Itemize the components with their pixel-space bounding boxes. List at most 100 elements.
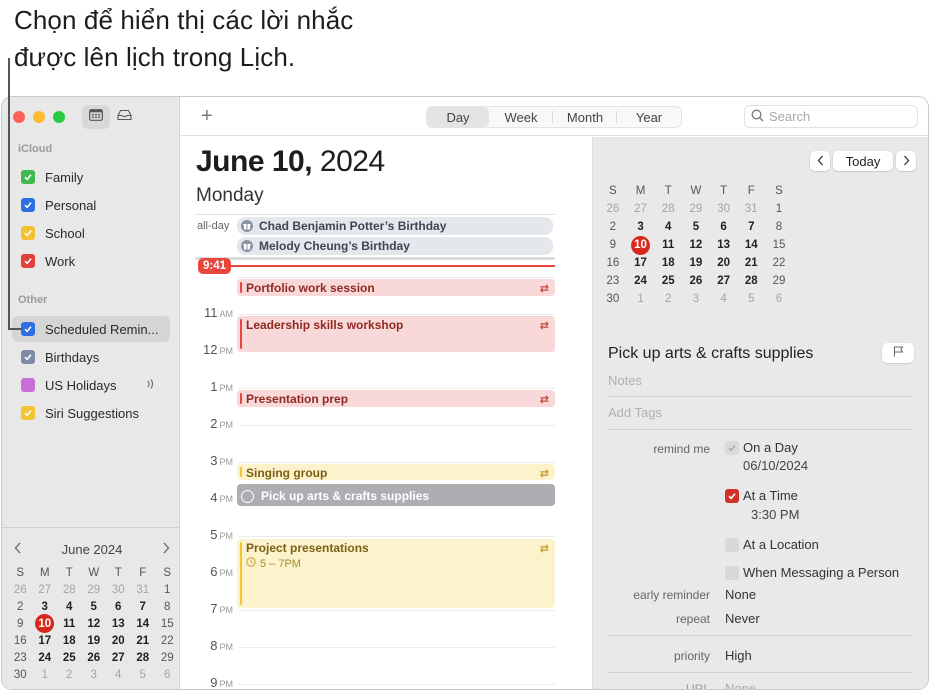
at-a-time-value[interactable]: 3:30 PM <box>751 507 799 522</box>
calendar-day[interactable]: 14 <box>737 236 765 254</box>
calendar-day[interactable]: 14 <box>131 615 156 632</box>
early-reminder-value[interactable]: None <box>725 587 756 602</box>
calendar-item-personal[interactable]: Personal <box>12 192 170 218</box>
calendar-day[interactable]: 22 <box>155 632 180 649</box>
calendar-day[interactable]: 21 <box>737 254 765 272</box>
calendar-day[interactable]: 27 <box>106 649 131 666</box>
calendar-day-today[interactable]: 10 <box>627 235 655 255</box>
calendar-day[interactable]: 31 <box>131 581 156 598</box>
checkbox-school[interactable] <box>21 226 35 240</box>
calendar-day[interactable]: 22 <box>765 254 793 272</box>
calendar-day[interactable]: 24 <box>627 272 655 290</box>
calendar-day[interactable]: 1 <box>155 581 180 598</box>
event-project-presentations[interactable]: Project presentations ⇄ 5 – 7PM <box>237 539 555 608</box>
calendar-day[interactable]: 29 <box>155 649 180 666</box>
calendar-item-work[interactable]: Work <box>12 248 170 274</box>
calendar-day[interactable]: 26 <box>682 272 710 290</box>
at-a-time-checkbox[interactable] <box>725 488 739 503</box>
on-a-day-date[interactable]: 06/10/2024 <box>743 458 808 473</box>
calendar-day[interactable]: 21 <box>131 632 156 649</box>
calendar-item-birthdays[interactable]: Birthdays <box>12 344 170 370</box>
event-presentation-prep[interactable]: Presentation prep ⇄ <box>237 390 555 407</box>
calendar-day[interactable]: 5 <box>82 598 107 615</box>
when-messaging-checkbox[interactable] <box>725 565 739 580</box>
tags-field[interactable]: Add Tags <box>608 405 662 420</box>
calendar-day[interactable]: 26 <box>599 200 627 218</box>
calendar-day[interactable]: 29 <box>765 272 793 290</box>
calendar-day[interactable]: 15 <box>765 236 793 254</box>
calendar-day[interactable]: 16 <box>8 632 33 649</box>
calendar-day[interactable]: 4 <box>106 666 131 683</box>
at-a-time-option[interactable]: At a Time <box>725 488 798 503</box>
calendar-item-scheduled-reminders[interactable]: Scheduled Remin... <box>12 316 170 342</box>
event-leadership-skills-workshop[interactable]: Leadership skills workshop ⇄ <box>237 316 555 352</box>
event-singing-group[interactable]: Singing group ⇄ <box>237 464 555 480</box>
calendar-day[interactable]: 3 <box>682 290 710 308</box>
calendar-day[interactable]: 11 <box>57 615 82 632</box>
chevron-right-icon[interactable] <box>162 542 170 557</box>
zoom-button[interactable] <box>53 111 65 123</box>
tab-year[interactable]: Year <box>617 107 681 127</box>
calendar-day[interactable]: 8 <box>155 598 180 615</box>
calendar-item-siri-suggestions[interactable]: Siri Suggestions <box>12 400 170 426</box>
tab-week[interactable]: Week <box>489 107 553 127</box>
notes-field[interactable]: Notes <box>608 373 642 388</box>
on-a-day-option[interactable]: On a Day <box>725 440 798 455</box>
event-portfolio-work-session[interactable]: Portfolio work session ⇄ <box>237 279 555 296</box>
when-messaging-option[interactable]: When Messaging a Person <box>725 565 899 580</box>
calendar-day[interactable]: 4 <box>710 290 738 308</box>
calendar-day[interactable]: 5 <box>131 666 156 683</box>
reminder-title[interactable]: Pick up arts & crafts supplies <box>608 345 813 363</box>
calendar-day[interactable]: 28 <box>57 581 82 598</box>
calendar-day[interactable]: 6 <box>106 598 131 615</box>
calendar-day[interactable]: 29 <box>82 581 107 598</box>
checkbox-personal[interactable] <box>21 198 35 212</box>
calendar-day[interactable]: 31 <box>737 200 765 218</box>
calendar-day[interactable]: 18 <box>57 632 82 649</box>
inbox-button[interactable] <box>110 105 138 129</box>
calendar-day[interactable]: 1 <box>33 666 58 683</box>
tab-month[interactable]: Month <box>553 107 617 127</box>
calendar-day[interactable]: 27 <box>33 581 58 598</box>
calendar-day[interactable]: 2 <box>8 598 33 615</box>
calendar-day[interactable]: 12 <box>682 236 710 254</box>
allday-event[interactable]: Melody Cheung’s Birthday <box>237 237 553 255</box>
flag-button[interactable] <box>882 343 914 363</box>
minimize-button[interactable] <box>33 111 45 123</box>
prev-day-button[interactable] <box>810 151 830 171</box>
url-value[interactable]: None <box>725 681 756 689</box>
calendar-day[interactable]: 12 <box>82 615 107 632</box>
calendar-day[interactable]: 30 <box>710 200 738 218</box>
next-day-button[interactable] <box>896 151 916 171</box>
calendar-day[interactable]: 19 <box>682 254 710 272</box>
calendar-day[interactable]: 30 <box>106 581 131 598</box>
calendar-day[interactable]: 26 <box>82 649 107 666</box>
calendar-day[interactable]: 4 <box>57 598 82 615</box>
calendar-day[interactable]: 20 <box>710 254 738 272</box>
checkbox-scheduled-reminders[interactable] <box>21 322 35 336</box>
calendar-day[interactable]: 13 <box>710 236 738 254</box>
calendar-list-toggle[interactable] <box>82 105 110 129</box>
today-button[interactable]: Today <box>833 151 893 171</box>
calendar-day[interactable]: 5 <box>682 218 710 236</box>
chevron-left-icon[interactable] <box>14 542 22 557</box>
calendar-day[interactable]: 28 <box>131 649 156 666</box>
calendar-day[interactable]: 3 <box>82 666 107 683</box>
checkbox-birthdays[interactable] <box>21 350 35 364</box>
calendar-day[interactable]: 6 <box>155 666 180 683</box>
calendar-day[interactable]: 30 <box>599 290 627 308</box>
calendar-day[interactable]: 16 <box>599 254 627 272</box>
calendar-day[interactable]: 11 <box>654 236 682 254</box>
priority-value[interactable]: High <box>725 648 752 663</box>
calendar-day[interactable]: 5 <box>737 290 765 308</box>
calendar-day-today[interactable]: 10 <box>33 614 58 633</box>
calendar-day[interactable]: 6 <box>710 218 738 236</box>
on-a-day-checkbox[interactable] <box>725 440 739 455</box>
calendar-day[interactable]: 28 <box>654 200 682 218</box>
calendar-day[interactable]: 15 <box>155 615 180 632</box>
calendar-day[interactable]: 1 <box>765 200 793 218</box>
calendar-day[interactable]: 2 <box>57 666 82 683</box>
calendar-item-us-holidays[interactable]: US Holidays <box>12 372 170 398</box>
search-field[interactable]: Search <box>744 105 918 128</box>
calendar-day[interactable]: 7 <box>737 218 765 236</box>
